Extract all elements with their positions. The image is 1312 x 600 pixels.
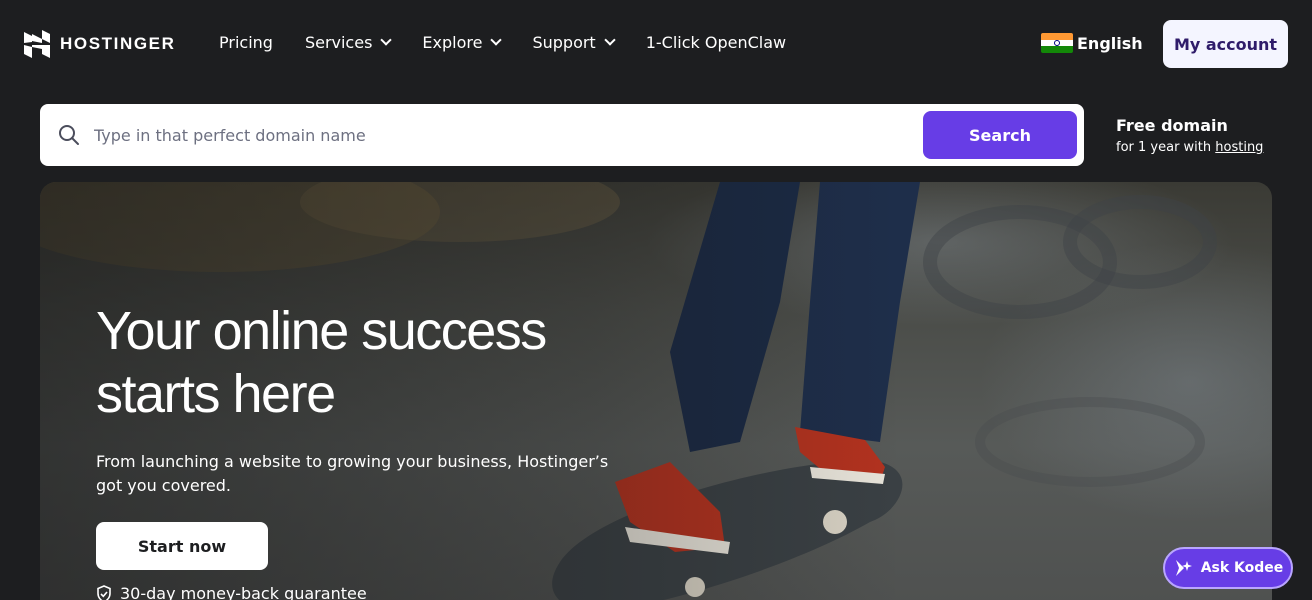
hostinger-logo[interactable]: HOSTINGER <box>24 30 175 58</box>
nav-openclaw[interactable]: 1-Click OpenClaw <box>646 33 786 52</box>
nav-explore[interactable]: Explore <box>422 33 503 52</box>
domain-search-input[interactable] <box>94 118 954 152</box>
chevron-down-icon <box>490 34 503 46</box>
language-selector[interactable]: English <box>1041 33 1143 53</box>
my-account-button[interactable]: My account <box>1163 20 1288 68</box>
start-now-button[interactable]: Start now <box>96 522 268 570</box>
language-label: English <box>1077 33 1143 53</box>
hero-banner: Your online success starts here From lau… <box>40 182 1272 600</box>
ask-kodee-button[interactable]: Ask Kodee <box>1163 547 1293 589</box>
ask-kodee-label: Ask Kodee <box>1200 560 1284 576</box>
money-back-guarantee: 30-day money-back guarantee <box>96 584 367 600</box>
promo-title: Free domain <box>1116 116 1228 135</box>
guarantee-label: 30-day money-back guarantee <box>120 584 367 600</box>
hero-title: Your online success starts here <box>96 301 547 424</box>
site-header: HOSTINGER Pricing Services Explore Suppo… <box>0 0 1312 88</box>
india-flag-icon <box>1041 33 1073 53</box>
promo-prefix: for 1 year with <box>1116 140 1216 155</box>
shield-check-icon <box>97 584 111 600</box>
nav-pricing[interactable]: Pricing <box>219 33 273 52</box>
promo-subtitle: for 1 year with hosting <box>1116 140 1263 155</box>
nav-support[interactable]: Support <box>532 33 616 52</box>
hostinger-logo-icon <box>24 30 50 58</box>
search-button[interactable]: Search <box>923 111 1077 159</box>
hosting-link[interactable]: hosting <box>1215 140 1263 155</box>
chevron-down-icon <box>604 34 616 46</box>
nav-pricing-label: Pricing <box>219 33 273 52</box>
free-domain-promo: Free domain for 1 year with hosting <box>1116 116 1263 155</box>
search-icon <box>59 125 79 145</box>
nav-openclaw-label: 1-Click OpenClaw <box>645 33 787 52</box>
sparkle-icon <box>1175 560 1192 576</box>
nav-explore-label: Explore <box>422 33 483 52</box>
nav-support-label: Support <box>532 33 596 52</box>
main-nav: Pricing Services Explore Support 1-Click… <box>219 33 818 52</box>
domain-search-bar: Search <box>40 104 1084 166</box>
logo-text: HOSTINGER <box>60 34 176 53</box>
nav-services[interactable]: Services <box>304 33 393 52</box>
nav-services-label: Services <box>304 33 373 52</box>
chevron-down-icon <box>380 34 393 46</box>
hero-subtitle: From launching a website to growing your… <box>96 452 609 495</box>
